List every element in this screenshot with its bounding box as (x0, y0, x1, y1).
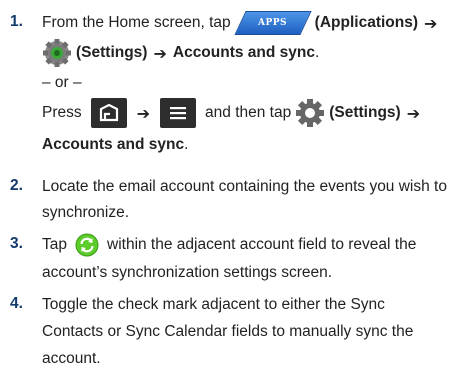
tap-text: Tap (42, 236, 67, 253)
press-text: Press (42, 104, 82, 121)
sync-icon (75, 233, 99, 257)
settings-label: (Settings) (329, 104, 401, 121)
step-text: within the adjacent account field to rev… (107, 236, 417, 253)
step-text: Toggle the check mark adjacent to either… (42, 296, 385, 313)
step-3-line-2: account’s synchronization settings scree… (42, 260, 332, 286)
step-number: 3. (10, 235, 23, 252)
arrow-icon: ➔ (406, 103, 421, 123)
step-1-line-5: Accounts and sync . (42, 132, 188, 158)
or-text: – or – (42, 74, 82, 91)
step-text: synchronize. (42, 204, 130, 221)
accounts-and-sync-label: Accounts and sync (172, 44, 315, 61)
step-2-line-1: Locate the email account containing the … (42, 174, 447, 200)
period: . (315, 44, 320, 61)
step-4-line-3: account. (42, 346, 101, 372)
instructions-page: 1. From the Home screen, tap APPS (Appli… (0, 0, 474, 388)
arrow-icon: ➔ (136, 103, 151, 123)
step-4-line-1: Toggle the check mark adjacent to either… (42, 292, 385, 318)
step-1-line-4: Press ➔ and then tap (Settings) ➔ (42, 98, 426, 128)
step-text: Contacts or Sync Calendar fields to manu… (42, 323, 414, 340)
settings-gear-icon (42, 38, 72, 68)
step-text: From the Home screen, tap (42, 14, 231, 31)
period: . (184, 136, 189, 153)
step-1-line-2: (Settings) ➔ Accounts and sync . (42, 38, 320, 68)
and-then-tap-text: and then tap (205, 104, 292, 121)
home-key-icon (90, 98, 127, 128)
step-number: 1. (10, 13, 23, 30)
step-2-line-2: synchronize. (42, 200, 129, 226)
applications-label: (Applications) (314, 14, 419, 31)
step-text: Locate the email account containing the … (42, 178, 447, 195)
step-number: 4. (10, 295, 23, 312)
step-text: account. (42, 350, 101, 367)
arrow-icon: ➔ (153, 43, 167, 63)
settings-gear-icon (295, 98, 325, 128)
step-number: 2. (10, 177, 23, 194)
settings-label: (Settings) (76, 44, 148, 61)
step-text: account’s synchronization settings scree… (42, 264, 333, 281)
accounts-and-sync-label: Accounts and sync (42, 136, 185, 153)
step-3-line-1: Tap within the adjacent account field to… (42, 232, 416, 258)
step-4-line-2: Contacts or Sync Calendar fields to manu… (42, 319, 413, 345)
step-1-line-1: From the Home screen, tap APPS (Applicat… (42, 10, 443, 36)
menu-key-icon (160, 98, 197, 128)
or-separator: – or – (42, 70, 82, 96)
apps-icon: APPS (234, 11, 312, 35)
apps-icon-label: APPS (258, 18, 288, 28)
arrow-icon: ➔ (424, 13, 438, 33)
